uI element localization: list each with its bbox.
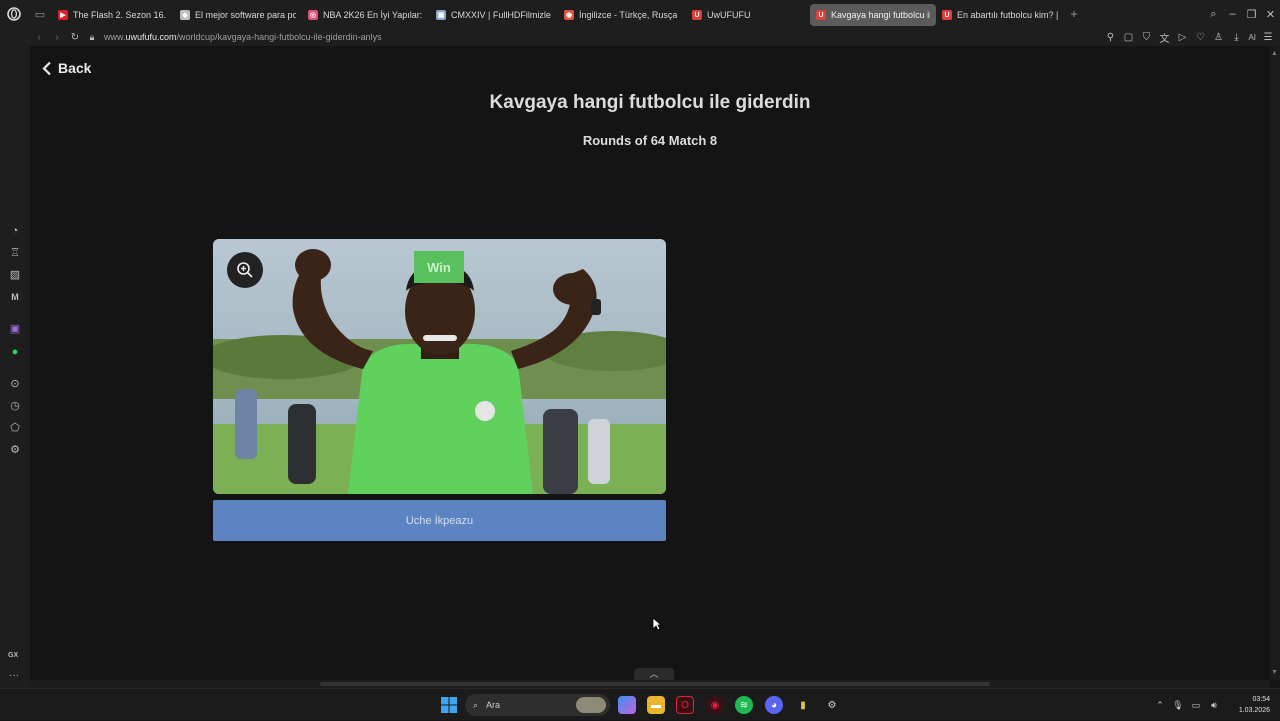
clock-date: 1.03.2026	[1238, 707, 1270, 714]
browser-tab[interactable]: U UwUFUFU	[686, 4, 810, 26]
file-explorer-icon[interactable]: ▬	[647, 696, 665, 714]
restore-icon[interactable]: ❐	[1242, 8, 1261, 21]
gx-corner-icon[interactable]: ♖	[7, 246, 23, 260]
spotify-icon[interactable]: ≋	[735, 696, 753, 714]
messenger-m-icon[interactable]: M	[7, 290, 23, 304]
discord-icon[interactable]: ◕	[765, 696, 783, 714]
opera-gx-logo-icon[interactable]	[0, 0, 28, 28]
clock-time: 03:54	[1252, 696, 1270, 703]
new-tab-button[interactable]: +	[1064, 7, 1084, 21]
chevron-left-icon	[42, 61, 51, 75]
tab-title: İngilizce - Türkçe, Rusça	[579, 10, 678, 20]
browser-tab[interactable]: U En abartılı futbolcu kim? | U	[936, 4, 1064, 26]
player-icon[interactable]: ⊙	[7, 377, 23, 391]
scrollbar-thumb[interactable]	[320, 682, 990, 686]
win-badge: Win	[414, 251, 464, 283]
browser-tab-strip: ▭ ▶ The Flash 2. Sezon 16. Bölü ◆ El mejor …	[0, 0, 1280, 28]
steam-icon[interactable]: ⚙	[823, 696, 841, 714]
network-icon[interactable]: ▭	[1190, 700, 1202, 711]
tab-title: El mejor software para pod	[195, 10, 296, 20]
browser-tab[interactable]: ◎ NBA 2K26 En İyi Yapılar: F	[302, 4, 430, 26]
extensions-icon[interactable]: ⬠	[7, 421, 23, 435]
aria-ai-button[interactable]: AI	[1248, 33, 1256, 42]
system-clock[interactable]: 03:54 1.03.2026	[1239, 694, 1270, 716]
tab-favicon-icon: ◆	[180, 10, 190, 20]
browser-tab[interactable]: ◉ İngilizce - Türkçe, Rusça	[558, 4, 686, 26]
play-icon[interactable]: ▷	[1176, 32, 1188, 43]
lock-icon[interactable]: 🔒︎	[84, 32, 100, 43]
translate-icon[interactable]: 文	[1158, 30, 1170, 45]
more-icon[interactable]: ···	[9, 670, 19, 681]
tab-favicon-icon: U	[816, 10, 826, 20]
settings-icon[interactable]: ⚙	[7, 443, 23, 457]
tab-menu-icon[interactable]: ▭	[28, 0, 52, 28]
windows-taskbar: ⌕ Ara ▬ O ◉ ≋ ◕ ▮ ⚙ ⌃ 🎙︎ ▭ 🔊︎ 03:54 1.03…	[0, 688, 1280, 720]
page-content: Back Kavgaya hangi futbolcu ile giderdin…	[30, 46, 1270, 681]
opera-gx-taskbar-icon[interactable]: O	[676, 696, 694, 714]
tab-title: CMXXIV | FullHDFilmizle	[451, 10, 551, 20]
reload-icon[interactable]: ↻	[66, 32, 84, 43]
tab-title: The Flash 2. Sezon 16. Bölü	[73, 10, 168, 20]
mouse-cursor-icon	[652, 617, 662, 631]
account-icon[interactable]: ♙	[1212, 32, 1224, 43]
zoom-in-icon	[237, 262, 253, 278]
tray-chevron-icon[interactable]: ⌃	[1154, 700, 1166, 711]
zoom-in-button[interactable]	[227, 252, 263, 288]
browser-tab[interactable]: ◆ El mejor software para pod	[174, 4, 302, 26]
browser-tab[interactable]: U Kavgaya hangi futbolcu ile	[810, 4, 936, 26]
tab-favicon-icon: U	[692, 10, 702, 20]
forward-nav-icon[interactable]: ›	[48, 32, 66, 43]
scroll-down-icon[interactable]: ▼	[1271, 669, 1278, 676]
taskbar-search[interactable]: ⌕ Ara	[465, 694, 610, 716]
round-info: Rounds of 64 Match 8	[582, 133, 718, 148]
easy-setup-menu-icon[interactable]: ☰	[1262, 32, 1274, 43]
candidate-image-card[interactable]: Win	[213, 239, 666, 494]
close-window-icon[interactable]: ✕	[1261, 8, 1280, 21]
search-highlight-image	[576, 697, 606, 713]
gx-cleaner-icon[interactable]: ▨	[7, 268, 23, 282]
windows-start-icon[interactable]	[440, 696, 458, 714]
back-nav-icon[interactable]: ‹	[30, 32, 48, 43]
tab-favicon-icon: ◉	[564, 10, 574, 20]
minimize-icon[interactable]: –	[1223, 8, 1242, 20]
gx-control-icon[interactable]: ◔	[7, 224, 23, 238]
search-tabs-icon[interactable]: ⌕	[1204, 8, 1223, 21]
search-placeholder: Ara	[486, 700, 501, 710]
gx-label[interactable]: GX	[8, 652, 18, 659]
volume-icon[interactable]: 🔊︎	[1208, 700, 1220, 711]
browser-tab[interactable]: ▣ CMXXIV | FullHDFilmizle	[430, 4, 558, 26]
app-taskbar-icon[interactable]: ▮	[794, 696, 812, 714]
browser-tab[interactable]: ▶ The Flash 2. Sezon 16. Bölü	[52, 4, 174, 26]
whatsapp-icon[interactable]: ●	[7, 345, 23, 359]
url-field[interactable]: www.uwufufu.com/worldcup/kavgaya-hangi-f…	[100, 32, 382, 42]
microphone-icon[interactable]: 🎙︎	[1172, 700, 1184, 711]
browser-sidebar: ◔ ♖ ▨ M ▣ ● ⊙ ◷ ⬠ ⚙ GX ···	[0, 46, 30, 688]
page-title: Kavgaya hangi futbolcu ile giderdin	[489, 92, 811, 113]
history-icon[interactable]: ◷	[7, 399, 23, 413]
search-icon: ⌕	[473, 699, 479, 710]
horizontal-scrollbar[interactable]	[30, 680, 1270, 688]
tab-title: UwUFUFU	[707, 10, 751, 20]
address-bar: ‹ › ↻ 🔒︎ www.uwufufu.com/worldcup/kavgay…	[0, 28, 1280, 46]
candidate-name-button[interactable]: Uche İkpeazu	[213, 500, 666, 541]
tab-title: En abartılı futbolcu kim? | U	[957, 10, 1058, 20]
snapshot-icon[interactable]: ▢	[1122, 32, 1134, 43]
twitch-icon[interactable]: ▣	[7, 322, 23, 336]
bookmark-icon[interactable]: ⚲	[1104, 32, 1116, 43]
back-label: Back	[58, 60, 92, 76]
copilot-icon[interactable]	[618, 696, 636, 714]
back-button[interactable]: Back	[42, 60, 91, 76]
scroll-up-icon[interactable]: ▲	[1271, 50, 1278, 57]
tab-favicon-icon: ◎	[308, 10, 318, 20]
tab-title: NBA 2K26 En İyi Yapılar: F	[323, 10, 424, 20]
adblock-shield-icon[interactable]: ⛉	[1140, 32, 1152, 43]
tab-favicon-icon: U	[942, 10, 952, 20]
heart-icon[interactable]: ♡	[1194, 32, 1206, 43]
tab-favicon-icon: ▣	[436, 10, 446, 20]
download-icon[interactable]: ⤓	[1230, 32, 1242, 43]
opera-gx-alt-taskbar-icon[interactable]: ◉	[706, 696, 724, 714]
tab-favicon-icon: ▶	[58, 10, 68, 20]
tab-title: Kavgaya hangi futbolcu ile	[831, 10, 930, 20]
vertical-scrollbar[interactable]: ▲ ▼	[1270, 46, 1280, 680]
